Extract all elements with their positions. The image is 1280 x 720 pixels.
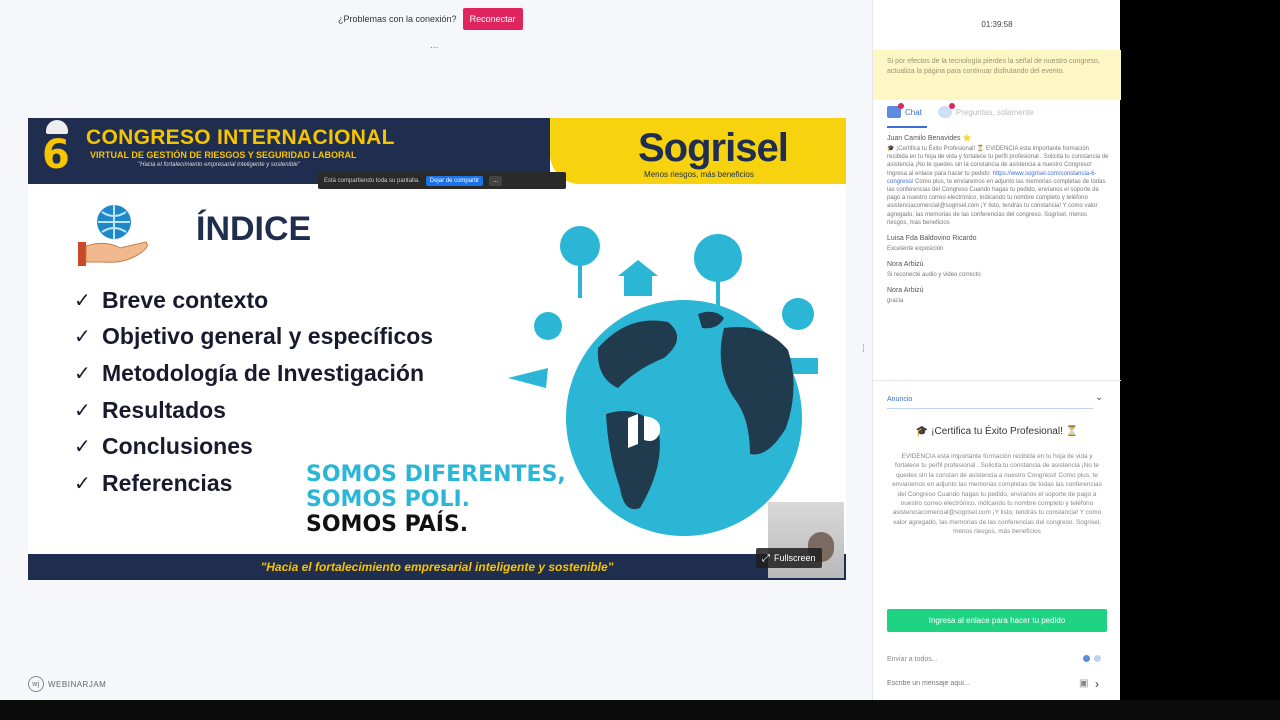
event-subtitle: VIRTUAL DE GESTIÓN DE RIESGOS Y SEGURIDA… xyxy=(90,150,357,160)
check-icon: ✓ xyxy=(74,362,91,385)
brand-slogan: Menos riesgos, más beneficios xyxy=(644,170,754,179)
index-item-label: Resultados xyxy=(102,396,226,423)
resize-handle-icon[interactable]: ⁞ xyxy=(862,344,865,355)
announcement-tab-indicator xyxy=(887,408,1093,409)
notification-dot xyxy=(898,103,904,109)
tab-chat-label: Chat xyxy=(905,107,922,117)
motto: SOMOS DIFERENTES, SOMOS POLI. SOMOS PAÍS… xyxy=(306,462,566,537)
divider xyxy=(873,380,1121,381)
question-icon xyxy=(937,103,955,118)
fullscreen-label: Fullscreen xyxy=(774,553,816,563)
message-author: Nora Arbizú xyxy=(887,261,924,269)
chat-icon xyxy=(887,103,904,118)
slide-footer-text: "Hacia el fortalecimiento empresarial in… xyxy=(260,560,614,574)
check-icon: ✓ xyxy=(74,399,91,422)
emoji-icon[interactable] xyxy=(1094,655,1101,662)
expand-icon: ⤢ xyxy=(762,552,770,564)
bottom-black-bar xyxy=(0,700,1280,720)
order-link-button[interactable]: Ingresa al enlace para hacer tu pedido xyxy=(887,609,1107,632)
announcement-title: 🎓 ¡Certifica tu Éxito Profesional! ⏳ xyxy=(915,426,1079,437)
tab-chat[interactable]: Chat xyxy=(887,103,922,118)
chat-message: Juan Camilo Benavides ⭐ 🎓 ¡Certifica tu … xyxy=(887,134,1109,227)
webinarjam-icon: wj xyxy=(28,676,44,692)
hand-globe-icon xyxy=(78,205,148,266)
index-item-label: Metodología de Investigación xyxy=(102,359,425,386)
message-text: Si reconecté audio y video correcto xyxy=(887,272,981,279)
screen-share-text: Está compartiendo toda su pantalla. xyxy=(324,177,420,184)
motto-line: SOMOS POLI. xyxy=(306,487,471,512)
connection-dots: ... xyxy=(430,40,439,51)
slide-heading: ÍNDICE xyxy=(196,210,312,248)
index-item-label: Objetivo general y específicos xyxy=(102,323,434,350)
webinar-app: ¿Problemas con la conexión? Reconectar .… xyxy=(0,0,1121,700)
message-author: Juan Camilo Benavides ⭐ xyxy=(887,135,972,142)
message-author: Nora Arbizú xyxy=(887,287,924,295)
active-tab-indicator xyxy=(887,126,927,128)
platform-logo-text: WEBINARJAM xyxy=(48,679,107,689)
slide-footer: "Hacia el fortalecimiento empresarial in… xyxy=(28,554,846,580)
check-icon: ✓ xyxy=(74,436,91,459)
image-icon[interactable]: ▣ xyxy=(1079,678,1088,689)
check-icon: ✓ xyxy=(74,326,91,349)
chat-messages[interactable]: Juan Camilo Benavides ⭐ 🎓 ¡Certifica tu … xyxy=(887,134,1109,380)
chat-message: Nora Arbizú Si reconecté audio y video c… xyxy=(887,261,1109,279)
index-item-label: Breve contexto xyxy=(102,286,269,313)
connection-question: ¿Problemas con la conexión? xyxy=(338,14,457,24)
brand-logo: Sogrisel xyxy=(638,126,789,170)
shared-slide: 6 CONGRESO INTERNACIONAL VIRTUAL DE GEST… xyxy=(28,118,846,580)
index-item: ✓ Conclusiones xyxy=(74,428,433,465)
message-text: gracia xyxy=(887,298,904,305)
connection-bar: ¿Problemas con la conexión? Reconectar xyxy=(338,8,523,30)
message-author: Luisa Fda Baldovino Ricardo xyxy=(887,235,977,243)
chat-message: Nora Arbizú gracia xyxy=(887,287,1109,305)
message-text: Excelente exposición xyxy=(887,246,944,253)
screen-share-banner: Está compartiendo toda su pantalla. Deja… xyxy=(318,172,566,189)
index-item: ✓ Objetivo general y específicos xyxy=(74,319,433,356)
reconnect-button[interactable]: Reconectar xyxy=(462,8,523,30)
hide-share-banner-button[interactable]: ... xyxy=(489,175,503,186)
announcement-body: EVIDENCIA esta importante formación reci… xyxy=(892,453,1102,536)
index-item-label: Referencias xyxy=(102,469,233,496)
tab-announcement[interactable]: Anuncio xyxy=(887,396,912,403)
event-timer: 01:39:58 xyxy=(981,20,1013,29)
send-icon[interactable]: › xyxy=(1095,677,1099,691)
notification-dot xyxy=(948,103,955,109)
check-icon: ✓ xyxy=(74,472,91,495)
tab-questions-label: Preguntas, solamente xyxy=(955,107,1034,117)
tab-questions[interactable]: Preguntas, solamente xyxy=(937,103,1034,118)
message-body-continued: Como plus, te enviaremos en adjunto las … xyxy=(887,178,1106,226)
event-title: CONGRESO INTERNACIONAL xyxy=(86,126,395,149)
message-input[interactable] xyxy=(887,680,1077,687)
chat-options xyxy=(1083,655,1101,662)
connection-notice: Si por efectos de la tecnología pierdes … xyxy=(873,50,1121,100)
index-item-label: Conclusiones xyxy=(102,433,253,460)
send-to-selector[interactable]: Enviar a todos... xyxy=(887,656,938,663)
event-tagline: "Hacia el fortalecimiento empresarial in… xyxy=(138,162,301,168)
sidebar-tabs: Chat Preguntas, solamente xyxy=(887,103,1034,118)
index-item: ✓ Metodología de Investigación xyxy=(74,355,433,392)
motto-line: SOMOS DIFERENTES, xyxy=(306,462,566,487)
stop-sharing-button[interactable]: Dejar de compartir xyxy=(425,175,484,186)
chevron-down-icon[interactable]: ⌄ xyxy=(1095,392,1103,403)
presentation-stage: ¿Problemas con la conexión? Reconectar .… xyxy=(0,0,872,700)
chat-message: Luisa Fda Baldovino Ricardo Excelente ex… xyxy=(887,235,1109,253)
platform-logo: wj WEBINARJAM xyxy=(28,676,106,692)
index-item: ✓ Breve contexto xyxy=(74,282,433,319)
fullscreen-button[interactable]: ⤢ Fullscreen xyxy=(756,548,822,568)
check-icon: ✓ xyxy=(74,289,91,312)
message-text: 🎓 ¡Certifica tu Éxito Profesional! ⏳ EVI… xyxy=(887,145,1109,227)
chat-sidebar: 01:39:58 Si por efectos de la tecnología… xyxy=(872,0,1121,700)
edition-number: 6 xyxy=(42,132,70,178)
chat-bubble-icon[interactable] xyxy=(1083,655,1090,662)
motto-line: SOMOS PAÍS. xyxy=(306,512,469,537)
index-item: ✓ Resultados xyxy=(74,392,433,429)
